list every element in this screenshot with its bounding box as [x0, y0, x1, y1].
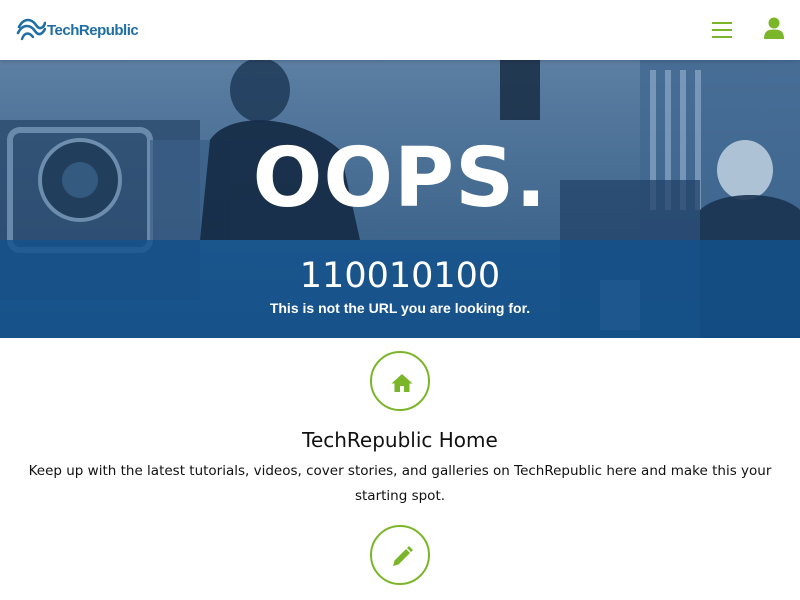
- user-icon[interactable]: [762, 16, 786, 40]
- error-code: 110010100: [299, 256, 501, 296]
- hero-title: OOPS.: [252, 131, 548, 226]
- home-description: Keep up with the latest tutorials, video…: [28, 463, 772, 504]
- hamburger-menu-icon[interactable]: [712, 22, 732, 40]
- home-button[interactable]: [370, 351, 430, 411]
- techrepublic-home-link[interactable]: TechRepublic Home: [0, 426, 800, 454]
- pencil-icon: [393, 546, 413, 566]
- hero-subtitle: This is not the URL you are looking for.: [269, 300, 531, 316]
- edit-button[interactable]: [370, 525, 430, 585]
- logo-wave-icon: [16, 18, 46, 41]
- logo-text: TechRepublic: [47, 21, 139, 39]
- hero-banner: OOPS. 110010100 This is not the URL you …: [0, 60, 800, 338]
- home-icon: [391, 374, 413, 392]
- techrepublic-logo[interactable]: TechRepublic: [16, 13, 139, 45]
- site-header: TechRepublic: [0, 0, 800, 60]
